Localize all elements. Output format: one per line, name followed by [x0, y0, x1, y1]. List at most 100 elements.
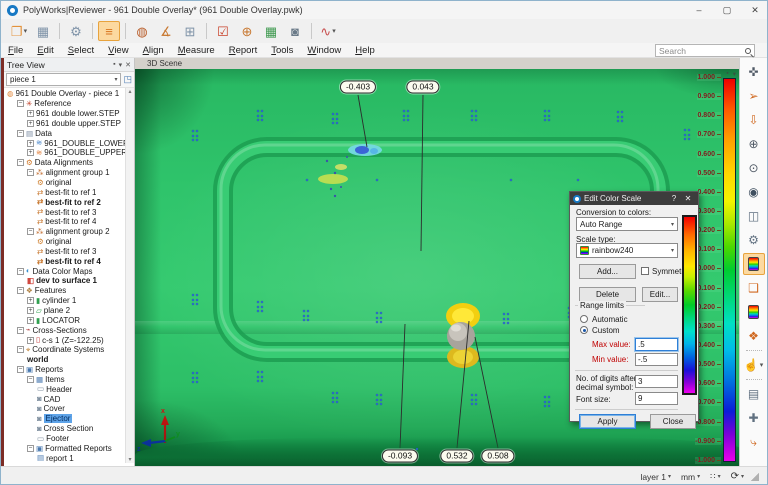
- expand-icon[interactable]: +: [27, 119, 34, 127]
- color-scale-bar[interactable]: [723, 78, 736, 462]
- tree-item-features[interactable]: − ❖ Features: [4, 286, 134, 296]
- edit-button[interactable]: Edit...: [642, 287, 678, 302]
- tree-item-data[interactable]: − ▤ Data: [4, 128, 134, 138]
- project-view-button[interactable]: ⇩: [743, 109, 765, 131]
- tree-item-footer[interactable]: ▭ Footer: [4, 434, 134, 444]
- open-project-button[interactable]: ❐ ▾: [8, 21, 30, 41]
- deviation-annotation[interactable]: 0.508: [481, 449, 515, 463]
- menu-align[interactable]: Align: [136, 44, 171, 57]
- collapse-icon[interactable]: −: [27, 228, 34, 236]
- menu-measure[interactable]: Measure: [171, 44, 222, 57]
- menu-file[interactable]: File: [1, 44, 30, 57]
- collapse-icon[interactable]: −: [27, 375, 34, 383]
- automatic-radio[interactable]: [580, 315, 588, 323]
- expand-icon[interactable]: +: [27, 139, 34, 147]
- surfaces-button[interactable]: ◍: [131, 21, 153, 41]
- expand-icon[interactable]: +: [27, 110, 34, 118]
- search-icon[interactable]: [745, 47, 751, 54]
- piece-selector[interactable]: piece 1 ▾: [6, 73, 122, 86]
- resize-grip[interactable]: [751, 472, 759, 481]
- minimize-button[interactable]: –: [685, 1, 713, 19]
- measure-button[interactable]: ∡: [155, 21, 177, 41]
- view-manipulation-button[interactable]: ✜: [743, 61, 765, 83]
- tree-item-locator[interactable]: + ▮ LOCATOR: [4, 315, 134, 325]
- tree-item-alignment-group-1[interactable]: − ⁂ alignment group 1: [4, 168, 134, 178]
- symmetrical-checkbox[interactable]: [641, 267, 649, 275]
- tab-3d-scene[interactable]: 3D Scene: [147, 59, 182, 68]
- expand-icon[interactable]: +: [27, 297, 34, 305]
- collapse-icon[interactable]: −: [17, 326, 24, 334]
- menu-tools[interactable]: Tools: [264, 44, 300, 57]
- tree-item-cross-sections[interactable]: − ⌁ Cross-Sections: [4, 325, 134, 335]
- collapse-icon[interactable]: −: [17, 346, 24, 354]
- align-view-button[interactable]: ➢: [743, 85, 765, 107]
- menu-select[interactable]: Select: [61, 44, 101, 57]
- tree-item-coordinate-systems[interactable]: − ⌖ Coordinate Systems: [4, 345, 134, 355]
- tree-item-plane-2[interactable]: + ▱ plane 2: [4, 306, 134, 316]
- collapse-icon[interactable]: −: [17, 287, 24, 295]
- export-object-button[interactable]: ⤷: [743, 431, 765, 453]
- table-button[interactable]: ▦: [260, 21, 282, 41]
- add-shape-button[interactable]: ✚: [743, 407, 765, 429]
- tree-item-961-double-upper-ply[interactable]: + ≋ 961_DOUBLE_UPPER.ply: [4, 148, 134, 158]
- chevron-down-icon[interactable]: ▾: [114, 76, 117, 83]
- bounding-box-button[interactable]: ◫: [743, 205, 765, 227]
- expand-icon[interactable]: +: [27, 306, 34, 314]
- dialog-title-bar[interactable]: Edit Color Scale ? ✕: [570, 192, 698, 205]
- tree-item-dev-to-surface-1[interactable]: ◧ dev to surface 1: [4, 276, 134, 286]
- menu-view[interactable]: View: [101, 44, 135, 57]
- min-value-input[interactable]: -.5: [635, 353, 678, 366]
- project-options-button[interactable]: ⚙: [65, 21, 87, 41]
- tree-item-961-double-upper-step[interactable]: +961 double upper.STEP: [4, 119, 134, 129]
- refresh-selector[interactable]: ⟳ ▾: [728, 470, 747, 483]
- search-input[interactable]: Search: [655, 44, 755, 57]
- deviation-annotation[interactable]: -0.093: [381, 449, 419, 463]
- menu-report[interactable]: Report: [222, 44, 265, 57]
- menu-edit[interactable]: Edit: [30, 44, 60, 57]
- collapse-icon[interactable]: −: [17, 267, 24, 275]
- tree-item-cover[interactable]: ◙ Cover: [4, 404, 134, 414]
- tree-item-data-color-maps[interactable]: − ◐ Data Color Maps: [4, 266, 134, 276]
- tree-item-items[interactable]: − ▦ Items: [4, 374, 134, 384]
- menu-help[interactable]: Help: [348, 44, 382, 57]
- tree-item-961-double-lower-step[interactable]: +961 double lower.STEP: [4, 109, 134, 119]
- conversion-select[interactable]: Auto Range ▾: [576, 217, 678, 231]
- zoom-reset-button[interactable]: ⊙: [743, 157, 765, 179]
- collapse-icon[interactable]: −: [17, 100, 24, 108]
- tree-item-cross-section[interactable]: ◙ Cross Section: [4, 424, 134, 434]
- tree-item-best-fit-to-ref-4[interactable]: ⇄ best-fit to ref 4: [4, 217, 134, 227]
- tree-item-best-fit-to-ref-4[interactable]: ⇄ best-fit to ref 4: [4, 256, 134, 266]
- tree-item-data-alignments[interactable]: − ⚙ Data Alignments: [4, 158, 134, 168]
- scale-type-select[interactable]: rainbow240 ▾: [576, 243, 678, 258]
- save-button[interactable]: ▦: [32, 21, 54, 41]
- chevron-down-icon[interactable]: ▾: [718, 473, 721, 480]
- display-options-button[interactable]: ⚙: [743, 229, 765, 251]
- expand-icon[interactable]: +: [27, 149, 34, 157]
- visibility-button[interactable]: ◉: [743, 181, 765, 203]
- tree-item-original[interactable]: ⚙ original: [4, 237, 134, 247]
- tree-item-best-fit-to-ref-3[interactable]: ⇄ best-fit to ref 3: [4, 247, 134, 257]
- digits-input[interactable]: 3: [635, 375, 678, 388]
- tree-item-cylinder-1[interactable]: + ▮ cylinder 1: [4, 296, 134, 306]
- dialog-close-button[interactable]: ✕: [681, 194, 695, 203]
- close-icon[interactable]: ✕: [125, 61, 131, 69]
- tree-item-original[interactable]: ⚙ original: [4, 178, 134, 188]
- tree-item-c-s-1-z-122-25-[interactable]: + ▯ c-s 1 (Z=-122.25): [4, 335, 134, 345]
- dialog-close-action-button[interactable]: Close: [650, 414, 696, 429]
- tree-item-best-fit-to-ref-3[interactable]: ⇄ best-fit to ref 3: [4, 207, 134, 217]
- tree-item-world[interactable]: world: [4, 355, 134, 365]
- report-button[interactable]: ☑: [212, 21, 234, 41]
- apply-button[interactable]: Apply: [579, 414, 636, 429]
- gauge-button[interactable]: ⊞: [179, 21, 201, 41]
- maximize-button[interactable]: ▢: [713, 1, 741, 19]
- chevron-down-icon[interactable]: ▾: [733, 70, 736, 78]
- piece-selector-icon[interactable]: ◳: [123, 74, 132, 85]
- hand-select-button[interactable]: ☝ ▾: [743, 354, 765, 376]
- up-arrow-icon[interactable]: ▴: [128, 88, 131, 95]
- dialog-help-button[interactable]: ?: [667, 194, 681, 203]
- tree-item-report-1[interactable]: ▤ report 1: [4, 453, 134, 463]
- collapse-icon[interactable]: −: [17, 366, 24, 374]
- down-arrow-icon[interactable]: ▾: [128, 456, 131, 463]
- tree-item-header[interactable]: ▭ Header: [4, 384, 134, 394]
- units-selector[interactable]: mm ▾: [678, 471, 703, 483]
